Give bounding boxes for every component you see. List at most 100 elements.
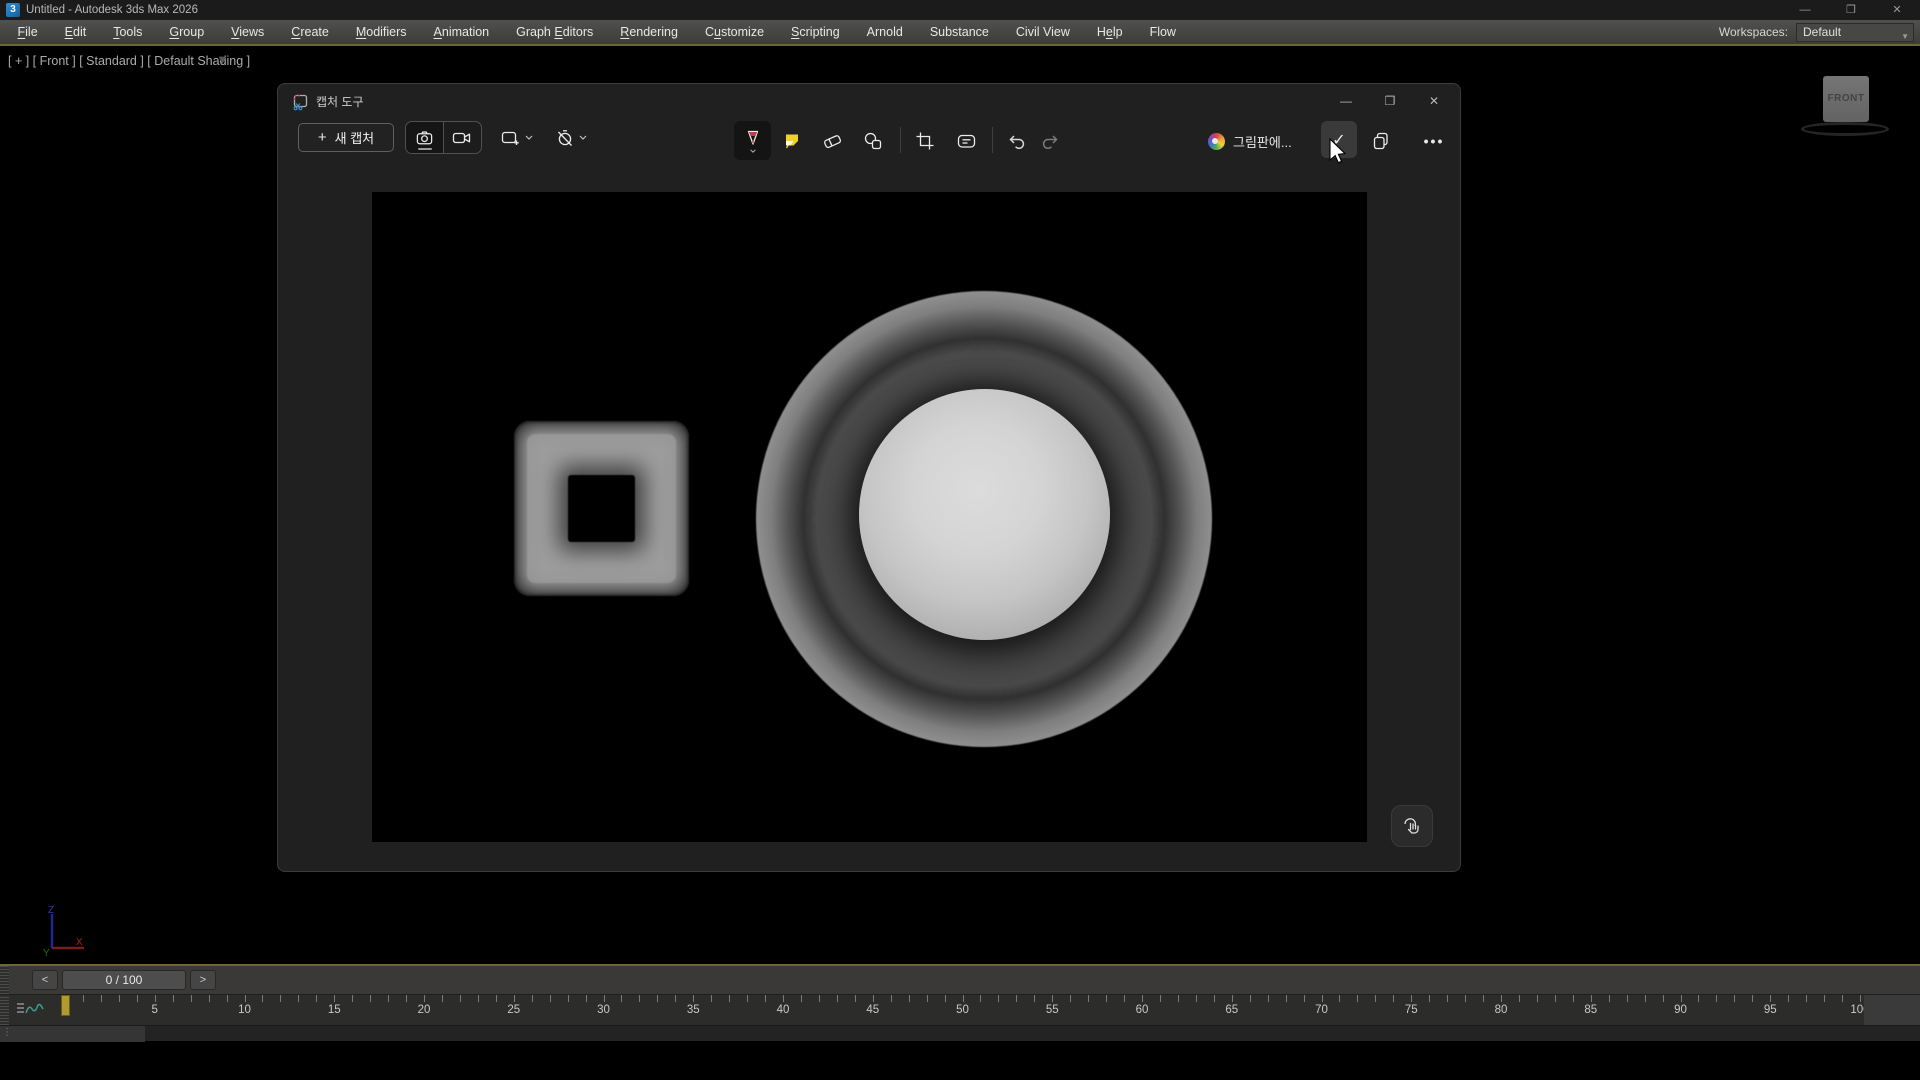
dock-handle[interactable] xyxy=(0,995,9,1025)
rectangle-select-icon xyxy=(501,130,520,146)
snip-window-title: 캡처 도구 xyxy=(316,84,364,120)
ruler-label-95: 95 xyxy=(1764,1004,1777,1016)
copy-button[interactable] xyxy=(1364,124,1398,158)
menu-item-scripting[interactable]: Scripting xyxy=(778,20,854,44)
new-capture-label: 새 캡처 xyxy=(335,128,375,147)
workspaces-dropdown[interactable]: Default ▼ xyxy=(1796,23,1914,42)
track-bar-endcap xyxy=(1864,995,1920,1026)
previous-frame-button[interactable]: < xyxy=(32,970,58,990)
chevron-down-icon xyxy=(525,135,533,140)
viewcube-front-face[interactable]: FRONT xyxy=(1823,76,1869,122)
plus-icon: + xyxy=(318,129,327,146)
more-options-button[interactable]: ••• xyxy=(1417,124,1451,158)
menu-items: FileEditToolsGroupViewsCreateModifiersAn… xyxy=(4,20,1189,44)
viewcube-ring[interactable] xyxy=(1801,122,1889,136)
chevron-down-icon xyxy=(579,135,587,140)
ballpoint-pen-button[interactable] xyxy=(734,121,771,160)
viewcube[interactable]: FRONT xyxy=(1796,74,1896,138)
snip-minimize-button[interactable]: — xyxy=(1324,84,1368,118)
ruler-label-35: 35 xyxy=(687,1004,700,1016)
screen: 3 Untitled - Autodesk 3ds Max 2026 — ❐ ✕… xyxy=(0,0,1920,1080)
edit-in-paint-button[interactable]: 그림판에... xyxy=(1208,124,1292,158)
current-frame-marker[interactable] xyxy=(61,995,70,1016)
app-minimize-button[interactable]: — xyxy=(1782,0,1828,20)
snipping-tool-window: 캡처 도구 — ❐ ✕ + 새 캡처 xyxy=(277,83,1461,872)
ruler-label-90: 90 xyxy=(1674,1004,1687,1016)
undo-icon xyxy=(1006,132,1026,151)
ruler-label-75: 75 xyxy=(1405,1004,1418,1016)
redo-button[interactable] xyxy=(1035,124,1067,158)
ruler-label-10: 10 xyxy=(238,1004,251,1016)
dock-handle[interactable] xyxy=(0,966,9,994)
menu-item-modifiers[interactable]: Modifiers xyxy=(342,20,420,44)
next-frame-button[interactable]: > xyxy=(190,970,216,990)
undo-button[interactable] xyxy=(1000,124,1032,158)
rectangle-mode-dropdown[interactable] xyxy=(494,125,540,150)
captured-image xyxy=(372,192,1367,842)
crop-icon xyxy=(915,131,935,151)
menu-item-views[interactable]: Views xyxy=(218,20,278,44)
eraser-icon xyxy=(822,131,843,151)
ruler-label-55: 55 xyxy=(1046,1004,1059,1016)
menu-item-graph-editors[interactable]: Graph Editors xyxy=(503,20,607,44)
captured-square-donut-shape xyxy=(514,421,689,596)
viewport-label[interactable]: [ + ] [ Front ] [ Standard ] [ Default S… xyxy=(8,54,250,68)
snip-titlebar[interactable]: 캡처 도구 — ❐ ✕ xyxy=(278,84,1460,120)
copy-icon xyxy=(1371,131,1391,151)
menu-item-substance[interactable]: Substance xyxy=(916,20,1002,44)
3ds-max-logo-icon: 3 xyxy=(6,3,20,17)
ruler-label-65: 65 xyxy=(1225,1004,1238,1016)
menu-item-create[interactable]: Create xyxy=(278,20,343,44)
axis-z-label: Z xyxy=(48,905,54,916)
snip-maximize-button[interactable]: ❐ xyxy=(1368,84,1412,118)
menu-item-arnold[interactable]: Arnold xyxy=(853,20,916,44)
snip-close-button[interactable]: ✕ xyxy=(1412,84,1456,118)
eraser-button[interactable] xyxy=(815,124,850,158)
menu-item-edit[interactable]: Edit xyxy=(51,20,100,44)
snip-window-controls: — ❐ ✕ xyxy=(1324,84,1456,118)
redo-icon xyxy=(1041,132,1061,151)
ruler-label-40: 40 xyxy=(777,1004,790,1016)
timer-off-icon xyxy=(556,129,574,147)
menu-item-help[interactable]: Help xyxy=(1083,20,1136,44)
axis-tripod: Z X Y xyxy=(16,904,86,962)
menu-item-tools[interactable]: Tools xyxy=(100,20,156,44)
selected-indicator xyxy=(418,148,432,151)
axis-y-label: Y xyxy=(43,948,50,959)
menu-item-customize[interactable]: Customize xyxy=(691,20,777,44)
menu-item-civil-view[interactable]: Civil View xyxy=(1002,20,1083,44)
app-titlebar: 3 Untitled - Autodesk 3ds Max 2026 — ❐ ✕ xyxy=(0,0,1920,20)
text-actions-icon xyxy=(956,131,977,151)
edit-in-paint-label: 그림판에... xyxy=(1233,132,1292,151)
highlighter-button[interactable] xyxy=(775,124,809,158)
time-control-row: < 0 / 100 > xyxy=(0,966,1920,994)
mini-curve-editor-button[interactable] xyxy=(14,998,50,1023)
touch-writing-button[interactable] xyxy=(1391,805,1433,847)
menu-item-flow[interactable]: Flow xyxy=(1136,20,1189,44)
app-title: Untitled - Autodesk 3ds Max 2026 xyxy=(26,0,198,20)
shapes-button[interactable] xyxy=(856,124,890,158)
timer-dropdown[interactable] xyxy=(548,125,594,150)
toolbar-divider xyxy=(992,127,993,153)
workspaces-label: Workspaces: xyxy=(1719,25,1788,39)
menu-item-rendering[interactable]: Rendering xyxy=(607,20,692,44)
crop-button[interactable] xyxy=(908,124,942,158)
app-close-button[interactable]: ✕ xyxy=(1874,0,1920,20)
menu-item-animation[interactable]: Animation xyxy=(420,20,503,44)
capture-mode-segmented-control xyxy=(405,121,482,154)
menu-item-file[interactable]: File xyxy=(4,20,51,44)
app-maximize-button[interactable]: ❐ xyxy=(1828,0,1874,20)
new-capture-button[interactable]: + 새 캡처 xyxy=(298,123,394,152)
menu-item-group[interactable]: Group xyxy=(156,20,218,44)
video-capture-button[interactable] xyxy=(444,122,482,153)
text-actions-button[interactable] xyxy=(949,124,983,158)
workspaces-value: Default xyxy=(1803,25,1841,39)
touch-hand-icon xyxy=(1401,815,1423,837)
chevron-down-icon xyxy=(749,149,757,153)
photo-capture-button[interactable] xyxy=(406,122,444,153)
track-bar[interactable]: 0510152025303540455055606570758085909510… xyxy=(0,994,1920,1025)
ruler-label-45: 45 xyxy=(866,1004,879,1016)
frame-indicator[interactable]: 0 / 100 xyxy=(62,970,186,990)
ruler-label-5: 5 xyxy=(152,1004,158,1016)
viewport-filter-icon[interactable]: ▼ xyxy=(216,52,229,67)
